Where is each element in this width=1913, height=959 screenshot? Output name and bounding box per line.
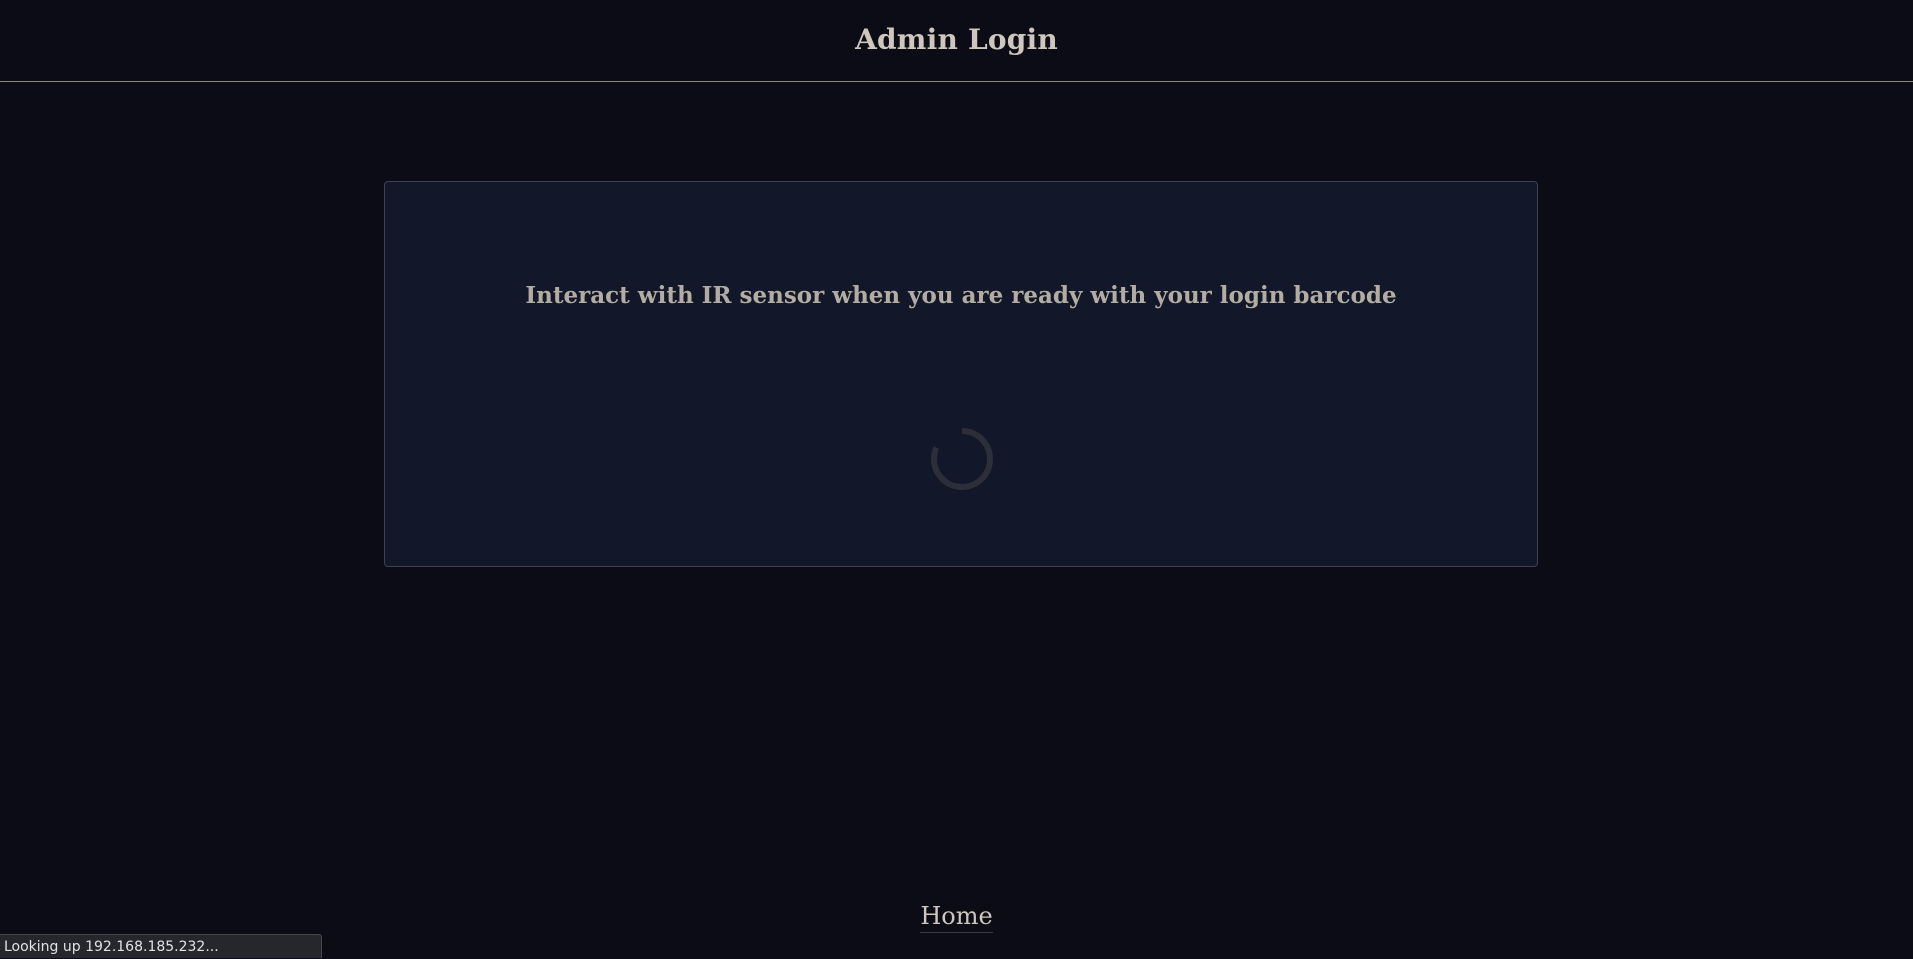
browser-status-bar: Looking up 192.168.185.232... bbox=[0, 934, 322, 958]
login-card: Interact with IR sensor when you are rea… bbox=[384, 181, 1538, 567]
login-instruction-text: Interact with IR sensor when you are rea… bbox=[525, 282, 1397, 309]
footer-nav: Home bbox=[0, 902, 1913, 933]
home-link[interactable]: Home bbox=[920, 902, 993, 933]
page-header: Admin Login bbox=[0, 0, 1913, 82]
page-title: Admin Login bbox=[855, 23, 1058, 56]
loading-spinner-icon bbox=[931, 427, 993, 490]
